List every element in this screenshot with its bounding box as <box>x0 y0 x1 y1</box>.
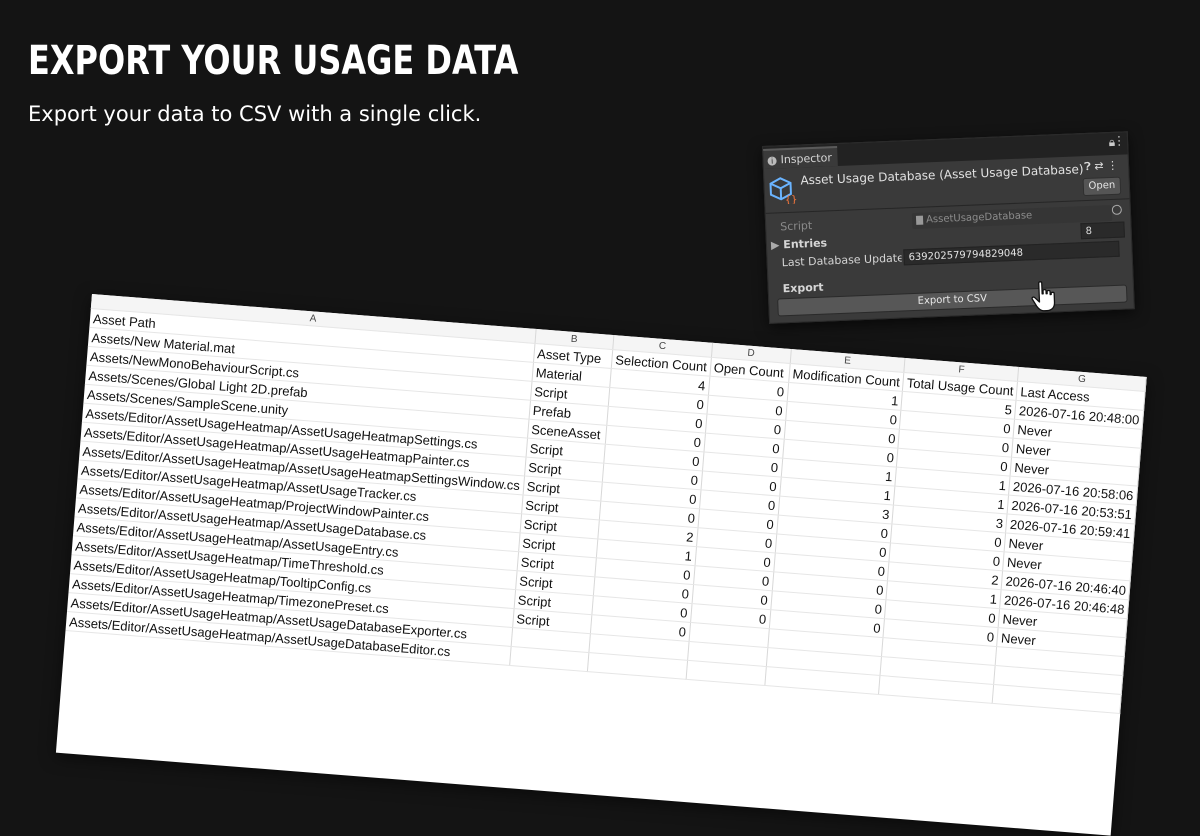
open-button[interactable]: Open <box>1083 177 1122 197</box>
kebab-menu-icon[interactable]: ⋮ <box>1113 133 1126 147</box>
object-picker-icon[interactable] <box>1112 205 1122 215</box>
export-section-label: Export <box>782 281 823 296</box>
component-header-icons: ❓︎ ⇄ ⋮ <box>1084 159 1118 174</box>
tick-field[interactable]: 639202579794829048 <box>903 241 1119 266</box>
entries-count-field[interactable]: 8 <box>1080 222 1125 240</box>
tab-inspector[interactable]: i Inspector <box>763 146 838 169</box>
export-to-csv-button[interactable]: Export to CSV <box>777 284 1127 316</box>
component-menu-icon[interactable]: ⋮ <box>1107 159 1119 172</box>
page-title: EXPORT YOUR USAGE DATA <box>28 38 518 84</box>
script-field-value: AssetUsageDatabase <box>926 210 1033 225</box>
info-icon: i <box>767 156 776 165</box>
scriptable-object-icon: {} <box>768 176 797 205</box>
page-subtitle: Export your data to CSV with a single cl… <box>28 102 481 126</box>
inspector-panel: iInspector 🔒︎ ⋮ {} Asset Usage Database … <box>762 131 1135 324</box>
help-icon[interactable]: ❓︎ <box>1084 160 1091 173</box>
spreadsheet-table: A B C D E F G Asset Path Asset Type Sele… <box>65 294 1146 714</box>
presets-icon[interactable]: ⇄ <box>1094 159 1104 172</box>
component-title: Asset Usage Database (Asset Usage Databa… <box>800 162 1084 187</box>
entries-label: Entries <box>783 236 827 251</box>
foldout-arrow-icon: ▶ <box>771 238 780 251</box>
svg-text:{}: {} <box>785 195 797 205</box>
tab-inspector-label: Inspector <box>780 151 832 166</box>
csv-spreadsheet: A B C D E F G Asset Path Asset Type Sele… <box>56 294 1147 836</box>
entries-foldout[interactable]: ▶ Entries <box>771 236 828 251</box>
script-file-icon <box>916 215 923 224</box>
script-label: Script <box>780 219 812 233</box>
hand-cursor-icon <box>1031 280 1058 313</box>
tick-label: Last Database Update Tick <box>781 251 901 269</box>
